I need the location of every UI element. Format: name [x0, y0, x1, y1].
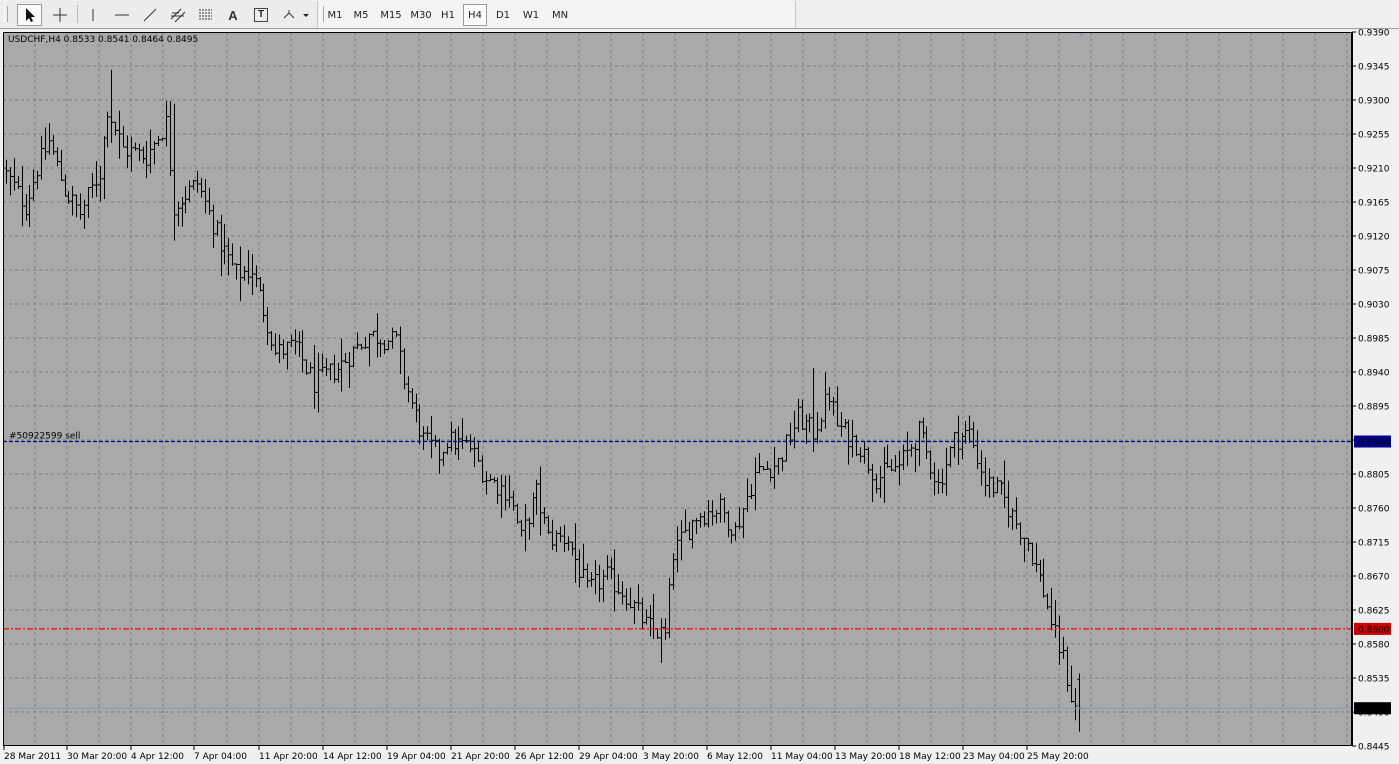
arrow-cursor-icon — [25, 8, 35, 22]
price-tick-label: 0.9030 — [1358, 301, 1390, 311]
stop-price-badge: 0.8600 — [1358, 625, 1390, 635]
timeframe-w1-button[interactable]: W1 — [519, 4, 543, 26]
horizontal-line-icon — [114, 14, 129, 16]
timeframe-h4-button[interactable]: H4 — [463, 4, 487, 26]
price-tick-label: 0.9165 — [1358, 199, 1390, 209]
fibonacci-icon — [198, 9, 212, 20]
price-tick-label: 0.9120 — [1358, 233, 1390, 243]
price-tick-label: 0.8670 — [1358, 573, 1390, 583]
trendline-icon — [143, 8, 156, 22]
vertical-line-button[interactable] — [82, 4, 104, 26]
time-tick-label: 25 May 20:00 — [1027, 752, 1089, 762]
timeframe-m15-button[interactable]: M15 — [377, 4, 405, 26]
timeframe-m1-button[interactable]: M1 — [323, 4, 347, 26]
arrows-dropdown-icon — [283, 10, 309, 19]
price-tick-label: 0.9390 — [1358, 29, 1390, 39]
timeframe-mn-button[interactable]: MN — [547, 4, 573, 26]
price-tick-label: 0.8445 — [1358, 743, 1390, 753]
price-tick-label: 0.8580 — [1358, 641, 1390, 651]
price-tick-label: 0.8625 — [1358, 607, 1390, 617]
fibonacci-button[interactable] — [193, 4, 218, 26]
timeframe-d1-button[interactable]: D1 — [491, 4, 515, 26]
time-tick-label: 3 May 20:00 — [643, 752, 699, 762]
text-button[interactable]: A — [222, 4, 244, 26]
price-tick-label: 0.8760 — [1358, 505, 1390, 515]
time-tick-label: 19 Apr 04:00 — [387, 752, 446, 762]
price-tick-label: 0.8940 — [1358, 369, 1390, 379]
price-tick-label: 0.9075 — [1358, 267, 1390, 277]
trendline-button[interactable] — [137, 4, 162, 26]
time-tick-label: 4 Apr 12:00 — [131, 752, 184, 762]
channel-icon — [170, 8, 185, 23]
crosshair-button[interactable] — [47, 4, 72, 26]
text-icon: A — [228, 7, 238, 23]
price-tick-label: 0.9300 — [1358, 97, 1390, 107]
chart-window[interactable]: 0.9390 0.9345 0.9300 0.9255 0.9210 0.9165 0.91… — [0, 29, 1399, 764]
time-tick-label: 23 May 04:00 — [963, 752, 1025, 762]
price-tick-label: 0.8895 — [1358, 403, 1390, 413]
vertical-line-icon — [92, 9, 94, 21]
time-tick-label: 6 May 12:00 — [707, 752, 763, 762]
price-tick-label: 0.8715 — [1358, 539, 1390, 549]
time-tick-label: 30 Mar 20:00 — [67, 752, 127, 762]
time-tick-label: 7 Apr 04:00 — [194, 752, 247, 762]
toolbar-grip[interactable] — [4, 6, 8, 22]
time-tick-label: 21 Apr 20:00 — [451, 752, 510, 762]
timeframe-m30-button[interactable]: M30 — [407, 4, 435, 26]
time-tick-label: 29 Apr 04:00 — [579, 752, 638, 762]
time-tick-label: 28 Mar 2011 — [4, 752, 61, 762]
sell-price-badge: 0.8848 — [1358, 438, 1390, 448]
price-axis-background — [1352, 32, 1399, 764]
price-chart[interactable]: 0.9390 0.9345 0.9300 0.9255 0.9210 0.9165 0.91… — [0, 29, 1399, 764]
channel-button[interactable] — [165, 4, 190, 26]
cursor-button[interactable] — [17, 4, 42, 26]
current-price-badge: 0.8495 — [1358, 705, 1390, 715]
horizontal-line-button[interactable] — [109, 4, 134, 26]
crosshair-icon — [52, 8, 67, 22]
price-tick-label: 0.9345 — [1358, 63, 1390, 73]
arrows-button[interactable] — [278, 4, 312, 26]
time-tick-label: 13 May 20:00 — [835, 752, 897, 762]
timeframe-m5-button[interactable]: M5 — [349, 4, 373, 26]
price-tick-label: 0.8535 — [1358, 675, 1390, 685]
chart-header: USDCHF,H4 0.8533 0.8541 0.8464 0.8495 — [8, 35, 198, 45]
time-tick-label: 14 Apr 12:00 — [323, 752, 382, 762]
text-label-icon: T — [254, 8, 268, 22]
time-tick-label: 11 May 04:00 — [771, 752, 833, 762]
text-label-button[interactable]: T — [250, 4, 272, 26]
main-toolbar: A T M1 M5 M15 M30 H1 H4 D1 W1 MN — [0, 0, 1399, 29]
time-tick-label: 11 Apr 20:00 — [259, 752, 318, 762]
plot-background — [3, 32, 1352, 746]
price-tick-label: 0.9210 — [1358, 165, 1390, 175]
time-tick-label: 26 Apr 12:00 — [515, 752, 574, 762]
order-label: #50922599 sell — [9, 432, 80, 442]
price-tick-label: 0.8985 — [1358, 335, 1390, 345]
price-tick-label: 0.9255 — [1358, 131, 1390, 141]
time-tick-label: 18 May 12:00 — [899, 752, 961, 762]
timeframe-h1-button[interactable]: H1 — [437, 4, 459, 26]
price-tick-label: 0.8805 — [1358, 471, 1390, 481]
